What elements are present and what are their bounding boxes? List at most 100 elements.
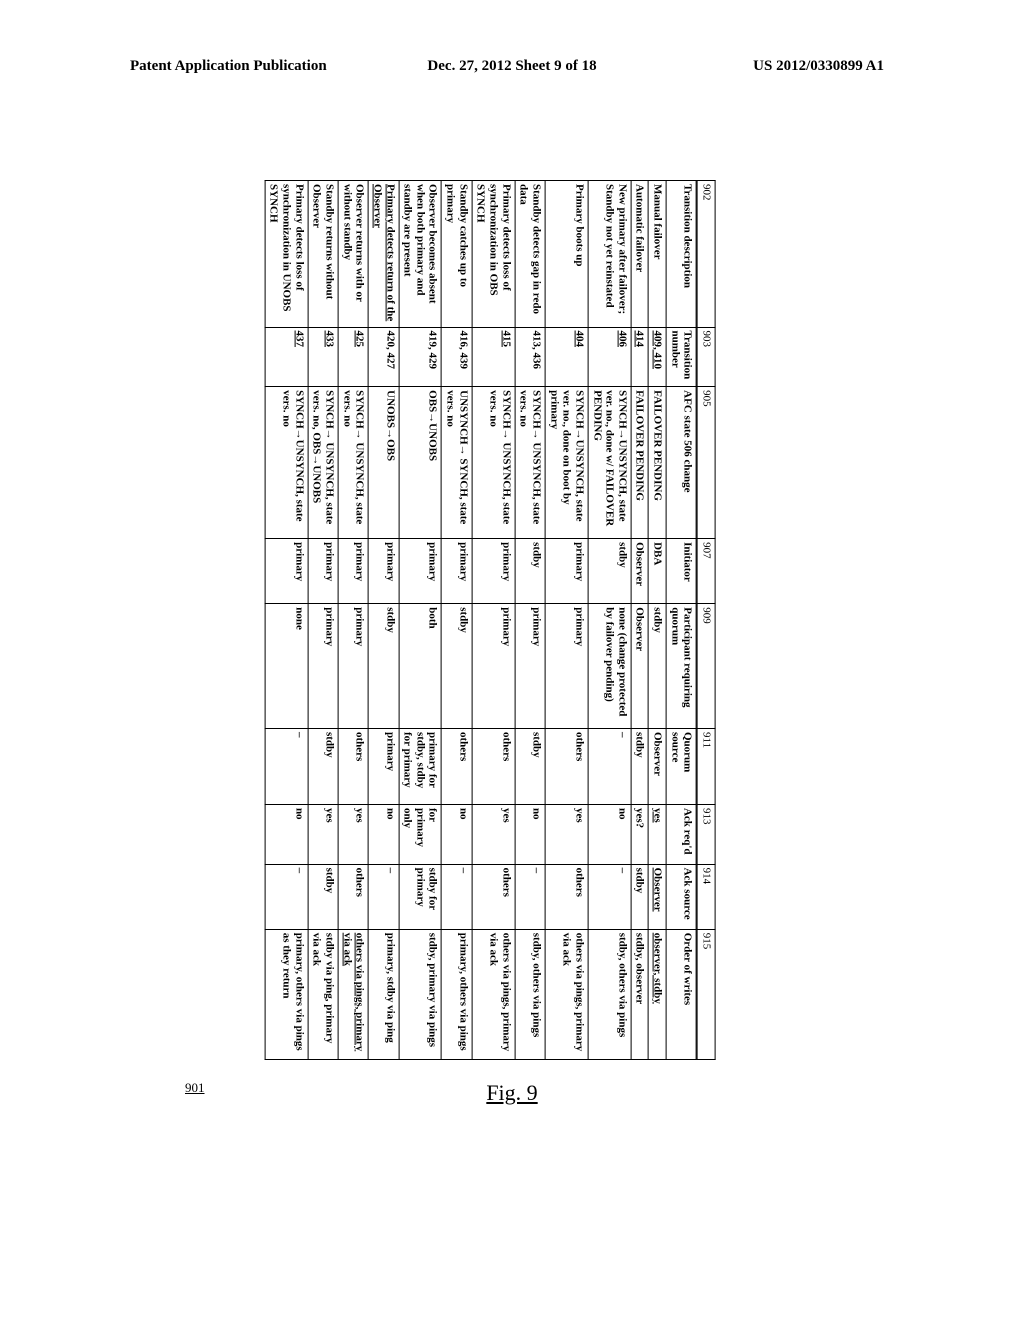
cell-afc: OBS→UNOBS bbox=[399, 387, 442, 539]
cell-ack: no bbox=[368, 804, 398, 864]
cell-part: stdby bbox=[442, 604, 472, 729]
cell-afc: SYNCH→UNSYNCH, state vers. no bbox=[265, 387, 308, 539]
cell-part: primary bbox=[545, 604, 588, 729]
cell-tn: 416, 439 bbox=[442, 327, 472, 387]
col-header: Order of writes bbox=[666, 929, 696, 1059]
cell-quo: primary bbox=[368, 728, 398, 804]
cell-afc: UNOBS→OBS bbox=[368, 387, 398, 539]
cell-quo: – bbox=[588, 728, 631, 804]
cell-src: others bbox=[545, 864, 588, 929]
col-header: Transition number bbox=[666, 327, 696, 387]
cell-src: – bbox=[442, 864, 472, 929]
cell-part: both bbox=[399, 604, 442, 729]
cell-quo: stdby bbox=[515, 728, 545, 804]
cell-init: primary bbox=[308, 539, 338, 604]
cell-src: – bbox=[368, 864, 398, 929]
cell-tn: 437 bbox=[265, 327, 308, 387]
cell-d: Primary boots up bbox=[545, 181, 588, 328]
figure-reference: 901 bbox=[185, 1080, 205, 1096]
cell-d: Standby detects gap in redo data bbox=[515, 181, 545, 328]
cell-quo: – bbox=[265, 728, 308, 804]
cell-tn: 406 bbox=[588, 327, 631, 387]
col-number-row: 902 903 905 907 909 911 913 914 915 bbox=[697, 180, 716, 1060]
cell-part: primary bbox=[338, 604, 368, 729]
figure-label: Fig. 9 bbox=[486, 1080, 537, 1106]
table-row: Manual failover409, 410FAILOVER PENDINGD… bbox=[649, 181, 667, 1060]
cell-ack: yes bbox=[338, 804, 368, 864]
cell-tn: 404 bbox=[545, 327, 588, 387]
table-row: Standby returns without Observer433SYNCH… bbox=[308, 181, 338, 1060]
cell-ack: for primary only bbox=[399, 804, 442, 864]
cell-d: Automatic failover bbox=[631, 181, 649, 328]
cell-ack: no bbox=[265, 804, 308, 864]
cell-part: primary bbox=[515, 604, 545, 729]
cell-tn: 425 bbox=[338, 327, 368, 387]
cell-init: Observer bbox=[631, 539, 649, 604]
cell-init: primary bbox=[368, 539, 398, 604]
cell-quo: Observer bbox=[649, 728, 667, 804]
cell-d: Observer returns with or without standby bbox=[338, 181, 368, 328]
cell-init: primary bbox=[399, 539, 442, 604]
cell-afc: SYNCH→UNSYNCH, state ver. no., done on b… bbox=[545, 387, 588, 539]
table-row: Primary boots up404SYNCH→UNSYNCH, state … bbox=[545, 181, 588, 1060]
header-left: Patent Application Publication bbox=[130, 58, 327, 75]
col-header: AFC state 506 change bbox=[666, 387, 696, 539]
cell-quo: others bbox=[338, 728, 368, 804]
cell-ord: others via pings, primary via ack bbox=[472, 929, 515, 1059]
cell-d: Primary detects loss of synchronization … bbox=[265, 181, 308, 328]
cell-d: Manual failover bbox=[649, 181, 667, 328]
cell-init: primary bbox=[472, 539, 515, 604]
figure-container: 902 903 905 907 909 911 913 914 915 Tran… bbox=[170, 170, 810, 1070]
cell-quo: others bbox=[442, 728, 472, 804]
cell-tn: 414 bbox=[631, 327, 649, 387]
cell-ack: yes? bbox=[631, 804, 649, 864]
col-header: Transition description bbox=[666, 181, 696, 328]
cell-d: Observer becomes absent when both primar… bbox=[399, 181, 442, 328]
cell-afc: SYNCH→ UNSYNCH, state vers. no bbox=[338, 387, 368, 539]
cell-afc: FAILOVER PENDING bbox=[649, 387, 667, 539]
cell-src: Observer bbox=[649, 864, 667, 929]
cell-ord: primary, others via pings bbox=[442, 929, 472, 1059]
cell-tn: 420, 427 bbox=[368, 327, 398, 387]
cell-ord: stdby, primary via pings bbox=[399, 929, 442, 1059]
table-row: Observer returns with or without standby… bbox=[338, 181, 368, 1060]
col-header: Initiator bbox=[666, 539, 696, 604]
cell-part: Observer bbox=[631, 604, 649, 729]
cell-afc: SYNCH→ UNSYNCH, state vers. no bbox=[515, 387, 545, 539]
cell-d: Primary detects return of the Observer bbox=[368, 181, 398, 328]
cell-init: primary bbox=[338, 539, 368, 604]
cell-ord: primary, others via pings as they return bbox=[265, 929, 308, 1059]
cell-src: stdby bbox=[308, 864, 338, 929]
cell-quo: others bbox=[545, 728, 588, 804]
cell-part: stdby bbox=[649, 604, 667, 729]
col-header: Quorum source bbox=[666, 728, 696, 804]
table-row: Primary detects loss of synchronization … bbox=[472, 181, 515, 1060]
transition-table: Transition description Transition number… bbox=[264, 180, 697, 1060]
cell-ack: no bbox=[588, 804, 631, 864]
cell-tn: 419, 429 bbox=[399, 327, 442, 387]
cell-src: stdby for primary bbox=[399, 864, 442, 929]
header-mid: Dec. 27, 2012 Sheet 9 of 18 bbox=[427, 58, 596, 75]
cell-tn: 413, 436 bbox=[515, 327, 545, 387]
rotated-figure: 902 903 905 907 909 911 913 914 915 Tran… bbox=[264, 180, 715, 1060]
col-header: Ack source bbox=[666, 864, 696, 929]
cell-src: – bbox=[515, 864, 545, 929]
table-row: Standby catches up to primary416, 439UNS… bbox=[442, 181, 472, 1060]
cell-afc: SYNCH→ UNSYNCH, state vers. no bbox=[472, 387, 515, 539]
cell-ack: yes bbox=[472, 804, 515, 864]
table-header-row: Transition description Transition number… bbox=[666, 181, 696, 1060]
cell-ack: no bbox=[442, 804, 472, 864]
cell-ord: stdby, others via pings bbox=[588, 929, 631, 1059]
header-right: US 2012/0330899 A1 bbox=[753, 58, 884, 75]
cell-ord: observer, stdby bbox=[649, 929, 667, 1059]
cell-src: stdby bbox=[631, 864, 649, 929]
page-header: Patent Application Publication Dec. 27, … bbox=[0, 58, 1024, 82]
table-row: Observer becomes absent when both primar… bbox=[399, 181, 442, 1060]
table-row: Primary detects loss of synchronization … bbox=[265, 181, 308, 1060]
cell-init: primary bbox=[442, 539, 472, 604]
cell-src: – bbox=[588, 864, 631, 929]
cell-quo: stdby bbox=[631, 728, 649, 804]
cell-d: New primary after failover; Standby not … bbox=[588, 181, 631, 328]
cell-src: others bbox=[338, 864, 368, 929]
cell-afc: SYNCH→UNSYNCH, state ver. no., done w/ F… bbox=[588, 387, 631, 539]
